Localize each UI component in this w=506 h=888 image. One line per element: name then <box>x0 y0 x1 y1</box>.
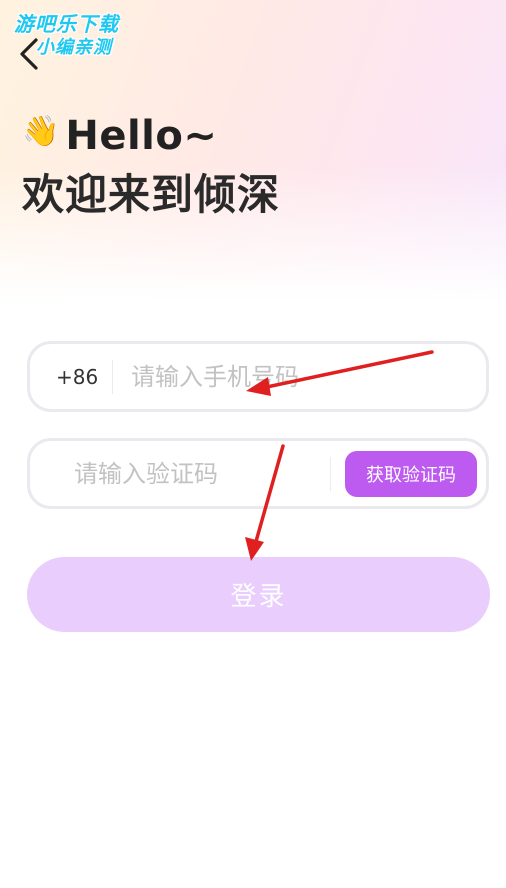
get-verification-code-button[interactable]: 获取验证码 <box>345 450 477 497</box>
watermark: 游吧乐下载 小编亲测 <box>14 12 146 60</box>
watermark-line1: 游吧乐下载 <box>14 12 119 36</box>
greeting: 👋 Hello~ 欢迎来到倾深 <box>22 108 482 222</box>
welcome-title: 欢迎来到倾深 <box>22 170 281 219</box>
verification-code-input[interactable] <box>74 453 324 494</box>
phone-input-box: +86 <box>27 341 489 412</box>
login-button[interactable]: 登录 <box>27 557 490 632</box>
hello-title: Hello~ <box>65 113 218 159</box>
watermark-line2: 小编亲测 <box>36 37 112 58</box>
code-input-box: 获取验证码 <box>27 438 489 509</box>
greeting-hello-row: 👋 Hello~ <box>22 108 482 164</box>
waving-hand-icon: 👋 <box>22 114 60 149</box>
phone-divider <box>112 359 113 394</box>
phone-number-input[interactable] <box>131 356 451 397</box>
code-divider <box>330 456 331 491</box>
country-code-selector[interactable]: +86 <box>30 365 112 389</box>
